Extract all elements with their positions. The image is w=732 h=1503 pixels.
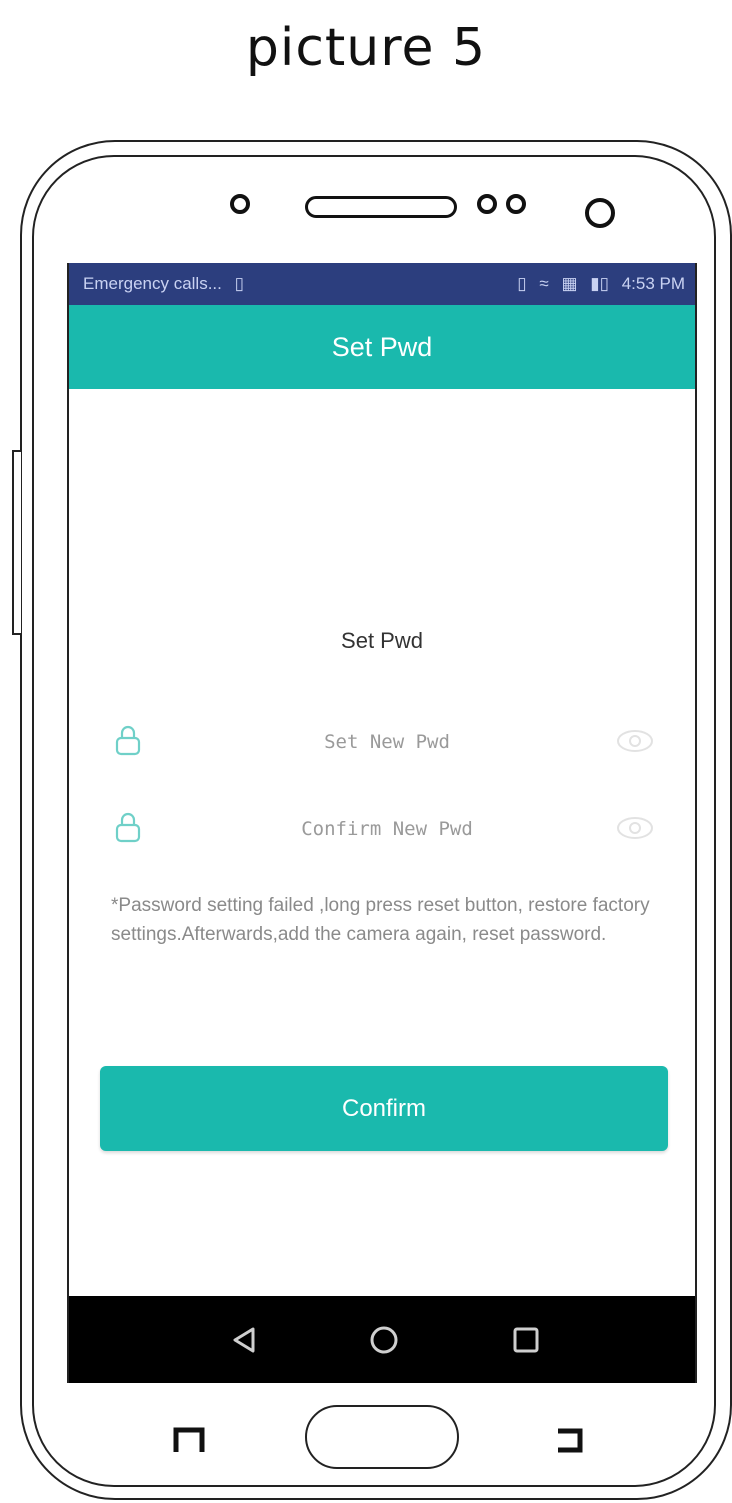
sim-icon: ▯ bbox=[234, 274, 244, 293]
sensor-right bbox=[506, 194, 526, 214]
password-reset-note: *Password setting failed ,long press res… bbox=[111, 895, 650, 945]
back-icon[interactable] bbox=[227, 1323, 261, 1357]
confirm-button[interactable]: Confirm bbox=[100, 1066, 668, 1151]
signal-icon: ▦ bbox=[561, 274, 578, 293]
hardware-home-button bbox=[305, 1405, 459, 1469]
status-carrier-text: Emergency calls... ▯ bbox=[83, 274, 244, 294]
status-icons: ▯ ≈ ▦ ▮▯ 4:53 PM bbox=[509, 274, 685, 294]
sensor-left bbox=[477, 194, 497, 214]
new-password-field bbox=[105, 713, 665, 769]
confirm-password-input[interactable] bbox=[165, 806, 609, 852]
hardware-menu-key-icon bbox=[173, 1427, 205, 1452]
lock-icon bbox=[115, 812, 141, 843]
page: picture 5 Emergency calls... ▯ ▯ ≈ ▦ ▮▯ … bbox=[0, 0, 732, 1503]
earpiece-speaker bbox=[305, 196, 457, 218]
proximity-sensor bbox=[230, 194, 250, 214]
phone-screen: Emergency calls... ▯ ▯ ≈ ▦ ▮▯ 4:53 PM Se… bbox=[67, 263, 697, 1383]
lock-icon bbox=[115, 725, 141, 756]
home-icon[interactable] bbox=[367, 1323, 401, 1357]
carrier-label: Emergency calls... bbox=[83, 274, 222, 293]
status-time: 4:53 PM bbox=[621, 274, 685, 293]
battery-icon: ▮▯ bbox=[590, 274, 609, 293]
hardware-back-key-icon bbox=[558, 1428, 583, 1453]
phone-side-button bbox=[12, 450, 21, 635]
eye-icon[interactable] bbox=[615, 726, 655, 756]
app-bar-title: Set Pwd bbox=[69, 305, 695, 389]
new-password-input[interactable] bbox=[165, 719, 609, 765]
vibrate-icon: ▯ bbox=[517, 274, 527, 293]
figure-caption: picture 5 bbox=[245, 18, 487, 78]
front-camera bbox=[585, 198, 615, 228]
recents-icon[interactable] bbox=[509, 1323, 543, 1357]
status-bar: Emergency calls... ▯ ▯ ≈ ▦ ▮▯ 4:53 PM bbox=[69, 263, 695, 305]
confirm-password-field bbox=[105, 800, 665, 856]
wifi-icon: ≈ bbox=[539, 274, 549, 293]
form-heading: Set Pwd bbox=[341, 628, 423, 653]
eye-icon[interactable] bbox=[615, 813, 655, 843]
navigation-bar bbox=[69, 1296, 695, 1383]
